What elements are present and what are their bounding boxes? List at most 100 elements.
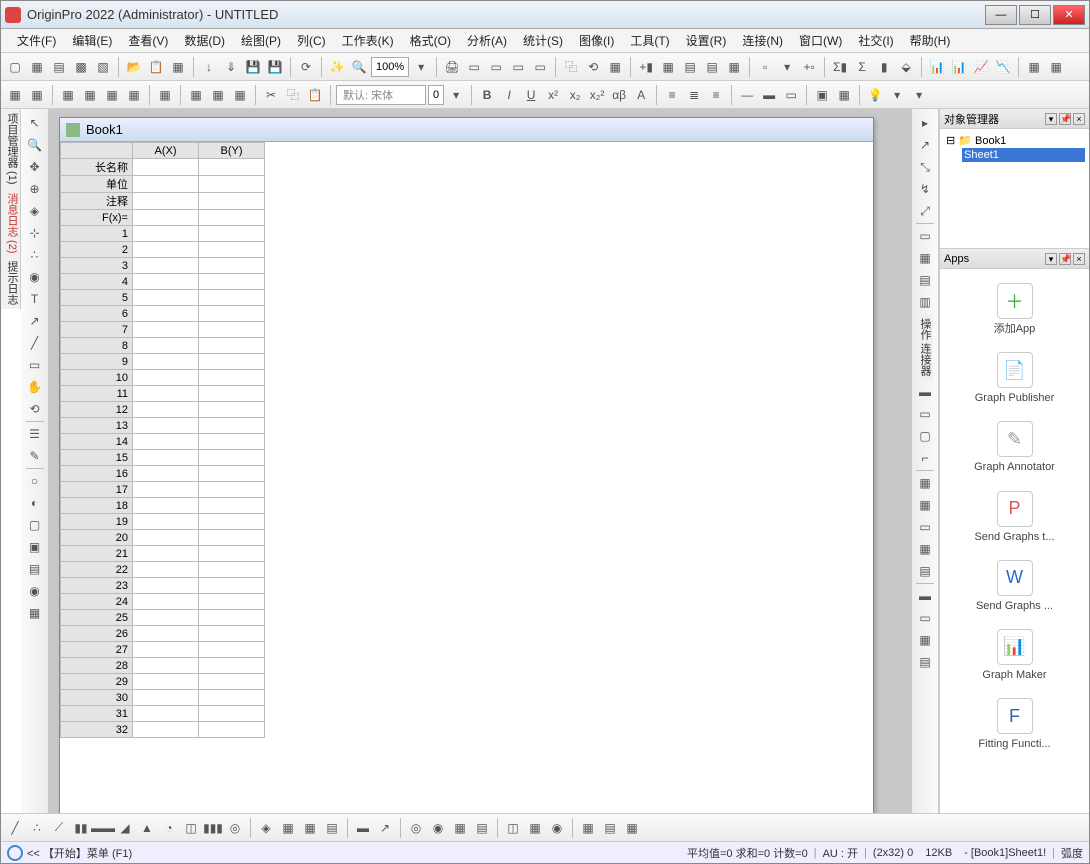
wks-tool1-icon[interactable]: ▦ xyxy=(58,85,78,105)
data-cell[interactable] xyxy=(199,706,265,722)
data-cell[interactable] xyxy=(199,322,265,338)
chart3-icon[interactable]: 📈 xyxy=(971,57,991,77)
pattern-icon[interactable]: ▦ xyxy=(834,85,854,105)
stats-sigma2-icon[interactable]: Σ xyxy=(852,57,872,77)
command-window-icon[interactable]: ▤ xyxy=(702,57,722,77)
row-number[interactable]: 26 xyxy=(61,626,133,642)
close-button[interactable]: ✕ xyxy=(1053,5,1085,25)
toolbar-btn-c[interactable]: +▫ xyxy=(799,57,819,77)
hint-log-tab[interactable]: 提示日志 xyxy=(1,257,21,309)
menu-preferences[interactable]: 设置(R) xyxy=(678,30,735,51)
rt-icon-20[interactable]: ▭ xyxy=(915,608,935,628)
align-left-icon[interactable]: ≡ xyxy=(662,85,682,105)
zoom-dropdown-icon[interactable]: ▾ xyxy=(411,57,431,77)
data-cell[interactable] xyxy=(199,434,265,450)
label-cell[interactable] xyxy=(199,176,265,193)
data-cell[interactable] xyxy=(133,546,199,562)
toolbar-btn-b[interactable]: ▾ xyxy=(777,57,797,77)
copy-icon[interactable]: ⿻ xyxy=(283,85,303,105)
data-cell[interactable] xyxy=(199,610,265,626)
data-cell[interactable] xyxy=(199,418,265,434)
open-template-icon[interactable]: 📋 xyxy=(146,57,166,77)
data-cell[interactable] xyxy=(133,338,199,354)
subscript-icon[interactable]: x₂ xyxy=(565,85,585,105)
row-number[interactable]: 19 xyxy=(61,514,133,530)
row-number[interactable]: 20 xyxy=(61,530,133,546)
export-graph-icon[interactable]: ▭ xyxy=(486,57,506,77)
wks-tool5-icon[interactable]: ▦ xyxy=(155,85,175,105)
magnify-icon[interactable] xyxy=(7,845,23,861)
row-number[interactable]: 7 xyxy=(61,322,133,338)
app-item[interactable]: 📄Graph Publisher xyxy=(940,344,1089,413)
rt-icon-6[interactable]: ▭ xyxy=(915,226,935,246)
menu-file[interactable]: 文件(F) xyxy=(9,30,64,51)
extra4-icon[interactable]: ▣ xyxy=(25,537,45,557)
data-cell[interactable] xyxy=(199,338,265,354)
row-number[interactable]: 25 xyxy=(61,610,133,626)
stock-plot-icon[interactable]: ▬ xyxy=(353,818,373,838)
open-icon[interactable]: 📂 xyxy=(124,57,144,77)
menu-statistics[interactable]: 统计(S) xyxy=(515,30,571,51)
chart1-icon[interactable]: 📊 xyxy=(927,57,947,77)
label-cell[interactable] xyxy=(133,193,199,210)
align-center-icon[interactable]: ≣ xyxy=(684,85,704,105)
label-cell[interactable] xyxy=(133,159,199,176)
minimize-button[interactable]: — xyxy=(985,5,1017,25)
row-number[interactable]: 9 xyxy=(61,354,133,370)
zoom-tool-icon[interactable]: 🔍 xyxy=(25,135,45,155)
project-explorer-tab[interactable]: 项目管理器 (1) xyxy=(1,109,21,189)
menu-window[interactable]: 窗口(W) xyxy=(791,30,850,51)
object-manager-tree[interactable]: ⊟ 📁 Book1 Sheet1 xyxy=(940,129,1089,249)
rotate-tool-icon[interactable]: ⟲ xyxy=(25,399,45,419)
rt-icon-11[interactable]: ▭ xyxy=(915,404,935,424)
superscript-icon[interactable]: x² xyxy=(543,85,563,105)
import-ascii-icon[interactable]: ⇓ xyxy=(221,57,241,77)
column-plot-icon[interactable]: ▮▮ xyxy=(71,818,91,838)
hist-plot-icon[interactable]: ▮▮▮ xyxy=(203,818,223,838)
hand-tool-icon[interactable]: ✋ xyxy=(25,377,45,397)
panel-close-icon[interactable]: × xyxy=(1073,113,1085,125)
rt-icon-5[interactable]: ⤢ xyxy=(915,201,935,221)
row-label[interactable]: 单位 xyxy=(61,176,133,193)
apps-pin-icon[interactable]: 📌 xyxy=(1059,253,1071,265)
menu-analysis[interactable]: 分析(A) xyxy=(459,30,515,51)
data-cell[interactable] xyxy=(199,466,265,482)
apps-dropdown-icon[interactable]: ▾ xyxy=(1045,253,1057,265)
data-cell[interactable] xyxy=(133,706,199,722)
app-item[interactable]: FFitting Functi... xyxy=(940,690,1089,759)
tree-item-sheet[interactable]: Sheet1 xyxy=(962,148,1085,162)
stats-hist-icon[interactable]: ⬙ xyxy=(896,57,916,77)
data-cell[interactable] xyxy=(133,434,199,450)
extra6-icon[interactable]: ◉ xyxy=(25,581,45,601)
rt-icon-13[interactable]: ⌐ xyxy=(915,448,935,468)
row-number[interactable]: 14 xyxy=(61,434,133,450)
menu-tools[interactable]: 工具(T) xyxy=(622,30,677,51)
stats-col-icon[interactable]: ▮ xyxy=(874,57,894,77)
arrow-tool-icon[interactable]: ↗ xyxy=(25,311,45,331)
data-cell[interactable] xyxy=(133,578,199,594)
data-cell[interactable] xyxy=(199,370,265,386)
open-excel-icon[interactable]: ▦ xyxy=(168,57,188,77)
data-cell[interactable] xyxy=(133,450,199,466)
data-cell[interactable] xyxy=(133,354,199,370)
column-header[interactable]: B(Y) xyxy=(199,143,265,159)
data-cell[interactable] xyxy=(199,226,265,242)
data-cell[interactable] xyxy=(133,322,199,338)
zoom-combo[interactable]: 100% xyxy=(371,57,409,77)
data-cell[interactable] xyxy=(199,306,265,322)
text-tool-icon[interactable]: T xyxy=(25,289,45,309)
data-cell[interactable] xyxy=(133,482,199,498)
row-number[interactable]: 6 xyxy=(61,306,133,322)
stats-sigma-icon[interactable]: Σ▮ xyxy=(830,57,850,77)
app-item[interactable]: ＋添加App xyxy=(940,275,1089,344)
data-reader-icon[interactable]: ⊕ xyxy=(25,179,45,199)
mask-range-icon[interactable]: ☰ xyxy=(25,424,45,444)
row-number[interactable]: 12 xyxy=(61,402,133,418)
extra5-icon[interactable]: ▤ xyxy=(25,559,45,579)
data-cell[interactable] xyxy=(133,402,199,418)
row-number[interactable]: 2 xyxy=(61,242,133,258)
wks-tool4-icon[interactable]: ▦ xyxy=(124,85,144,105)
row-number[interactable]: 15 xyxy=(61,450,133,466)
line-color-icon[interactable]: ▭ xyxy=(781,85,801,105)
font-combo[interactable]: 默认: 宋体 xyxy=(336,85,426,105)
